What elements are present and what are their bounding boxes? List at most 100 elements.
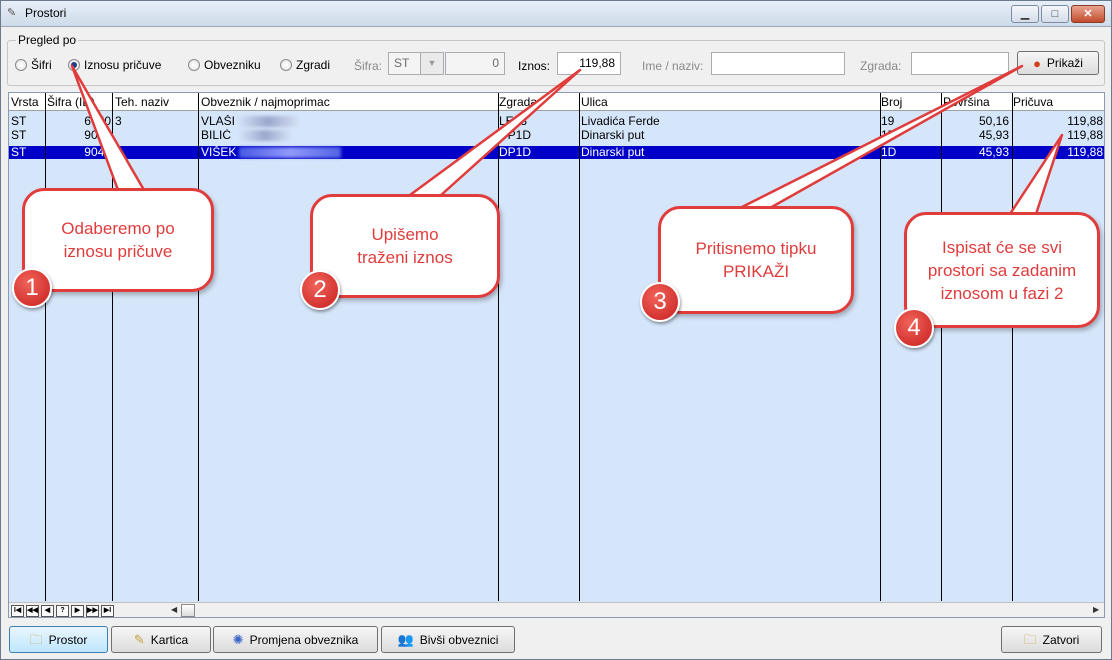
cell-zgrada: LE13 [499, 115, 528, 128]
nav-first-button[interactable]: I◀ [11, 605, 24, 617]
col-header-broj[interactable]: Broj [879, 95, 941, 110]
promjena-obveznika-button[interactable]: ✺ Promjena obveznika [213, 626, 378, 653]
col-header-ulica[interactable]: Ulica [579, 95, 879, 110]
radio-label: Šifri [31, 58, 52, 72]
cell-zgrada: DP1D [499, 146, 532, 159]
callout-4: Ispisat će se svi prostori sa zadanim iz… [904, 212, 1100, 328]
cell-povrsina: 50,16 [978, 115, 1009, 128]
ime-naziv-field[interactable] [711, 52, 845, 75]
prostor-label: Prostor [48, 632, 88, 647]
horizontal-scroll-thumb[interactable] [181, 604, 195, 617]
cell-vrsta: ST [11, 115, 27, 128]
callout-4-text: Ispisat će se svi prostori sa zadanim iz… [927, 237, 1077, 303]
maximize-button[interactable]: □ [1041, 5, 1069, 23]
scroll-left-icon[interactable]: ◀ [171, 605, 177, 614]
kartica-button[interactable]: ✎ Kartica [111, 626, 211, 653]
cell-pricuva: 119,88 [1067, 115, 1103, 128]
callout-2-text: Upišemo traženi iznos [357, 225, 453, 267]
prikazi-label: Prikaži [1046, 56, 1083, 70]
column-divider [498, 93, 499, 601]
col-header-zgrada[interactable]: Zgrada [497, 95, 579, 110]
radio-label: Iznosu pričuve [84, 58, 162, 72]
cell-sifra: 6650 [84, 115, 111, 128]
cell-broj: 19 [881, 115, 895, 128]
callout-1: Odaberemo po iznosu pričuve [22, 188, 214, 292]
prostor-button[interactable]: 🗀 Prostor [9, 626, 108, 653]
zatvori-button[interactable]: 🗀 Zatvori [1001, 626, 1102, 653]
redacted-name [239, 147, 341, 158]
column-divider [579, 93, 580, 601]
card-icon: ✎ [133, 632, 145, 647]
col-header-pricuva[interactable]: Pričuva [1011, 95, 1104, 110]
radio-obvezniku[interactable]: Obvezniku [188, 57, 261, 73]
radio-icon [15, 59, 27, 71]
bivsi-obveznici-button[interactable]: 👥 Bivši obveznici [381, 626, 515, 653]
nav-last-button[interactable]: ▶I [101, 605, 114, 617]
iznos-label: Iznos: [518, 59, 551, 73]
ime-label: Ime / naziv: [642, 59, 704, 73]
radio-label: Zgradi [296, 58, 331, 72]
minimize-button[interactable]: ▁ [1011, 5, 1039, 23]
col-header-teh-naziv[interactable]: Teh. naziv [113, 95, 199, 110]
table-row[interactable]: ST 6650 3 VLAŠI LE13 Livadića Ferde 19 5… [9, 115, 1104, 128]
nav-next-button[interactable]: ▶ [71, 605, 84, 617]
cell-zgrada: DP1D [499, 129, 532, 142]
column-divider [112, 93, 113, 601]
cell-ulica: Dinarski put [581, 146, 645, 159]
column-divider [941, 93, 942, 601]
col-header-vrsta[interactable]: Vrsta [9, 95, 45, 110]
step-badge-1: 1 [12, 268, 52, 308]
close-button[interactable]: ✕ [1071, 5, 1105, 23]
radio-label: Obvezniku [204, 58, 261, 72]
table-row[interactable]: ST 9035 BILIĆ DP1D Dinarski put 1D 45,93… [9, 129, 1104, 142]
nav-prev-page-button[interactable]: ◀◀ [26, 605, 39, 617]
cell-ulica: Livadića Ferde [581, 115, 660, 128]
window-title: Prostori [25, 6, 67, 20]
prostori-grid: Vrsta Šifra (ID) Teh. naziv Obveznik / n… [8, 92, 1105, 618]
folder-icon: 🗀 [29, 632, 43, 647]
nav-help-button[interactable]: ? [56, 605, 69, 617]
cell-broj: 1D [881, 146, 897, 159]
col-header-obveznik[interactable]: Obveznik / najmoprimac [199, 95, 497, 110]
cell-sifra: 9035 [84, 129, 111, 142]
cell-pricuva: 119,88 [1067, 129, 1103, 142]
radio-iznosu-pricuve[interactable]: Iznosu pričuve [68, 57, 161, 73]
promjena-label: Promjena obveznika [249, 632, 359, 647]
filter-group-label: Pregled po [16, 33, 79, 47]
redacted-name [239, 130, 291, 141]
prikazi-button[interactable]: ● Prikaži [1017, 51, 1099, 75]
column-divider [1012, 93, 1013, 601]
grid-header: Vrsta Šifra (ID) Teh. naziv Obveznik / n… [9, 93, 1104, 111]
swap-icon: ✺ [232, 632, 244, 647]
folder-icon: 🗀 [1023, 632, 1037, 647]
col-header-povrsina[interactable]: Površina [941, 95, 1011, 110]
radio-icon [280, 59, 292, 71]
step-badge-2: 2 [300, 270, 340, 310]
sifra-number-field[interactable]: 0 [445, 52, 505, 75]
cell-broj: 1D [881, 129, 897, 142]
nav-next-page-button[interactable]: ▶▶ [86, 605, 99, 617]
users-icon: 👥 [397, 632, 414, 647]
cell-sifra: 9041 [84, 146, 111, 159]
bivsi-label: Bivši obveznici [419, 632, 499, 647]
cell-teh-naziv: 3 [115, 115, 122, 128]
nav-prev-button[interactable]: ◀ [41, 605, 54, 617]
grid-navigator: I◀ ◀◀ ◀ ? ▶ ▶▶ ▶I ◀ ▶ [9, 602, 1104, 617]
cell-pricuva: 119,88 [1067, 146, 1103, 159]
column-divider [198, 93, 199, 601]
column-divider [880, 93, 881, 601]
col-header-sifra[interactable]: Šifra (ID) [45, 95, 113, 110]
chevron-down-icon[interactable]: ▼ [420, 52, 444, 75]
title-bar[interactable]: ✎ Prostori ▁ □ ✕ [1, 1, 1111, 27]
kartica-label: Kartica [150, 632, 189, 647]
callout-1-text: Odaberemo po iznosu pričuve [61, 219, 175, 261]
sifra-type-combo[interactable]: ST [388, 52, 422, 75]
radio-zgradi[interactable]: Zgradi [280, 57, 330, 73]
iznos-field[interactable]: 119,88 [557, 52, 621, 75]
refresh-icon: ● [1033, 55, 1041, 71]
table-row-selected[interactable]: ST 9041 VIŠEK DP1D Dinarski put 1D 45,93… [9, 146, 1104, 159]
scroll-right-icon[interactable]: ▶ [1093, 605, 1099, 614]
callout-3: Pritisnemo tipku PRIKAŽI [658, 206, 854, 314]
radio-sifri[interactable]: Šifri [15, 57, 52, 73]
zgrada-field[interactable] [911, 52, 1009, 75]
